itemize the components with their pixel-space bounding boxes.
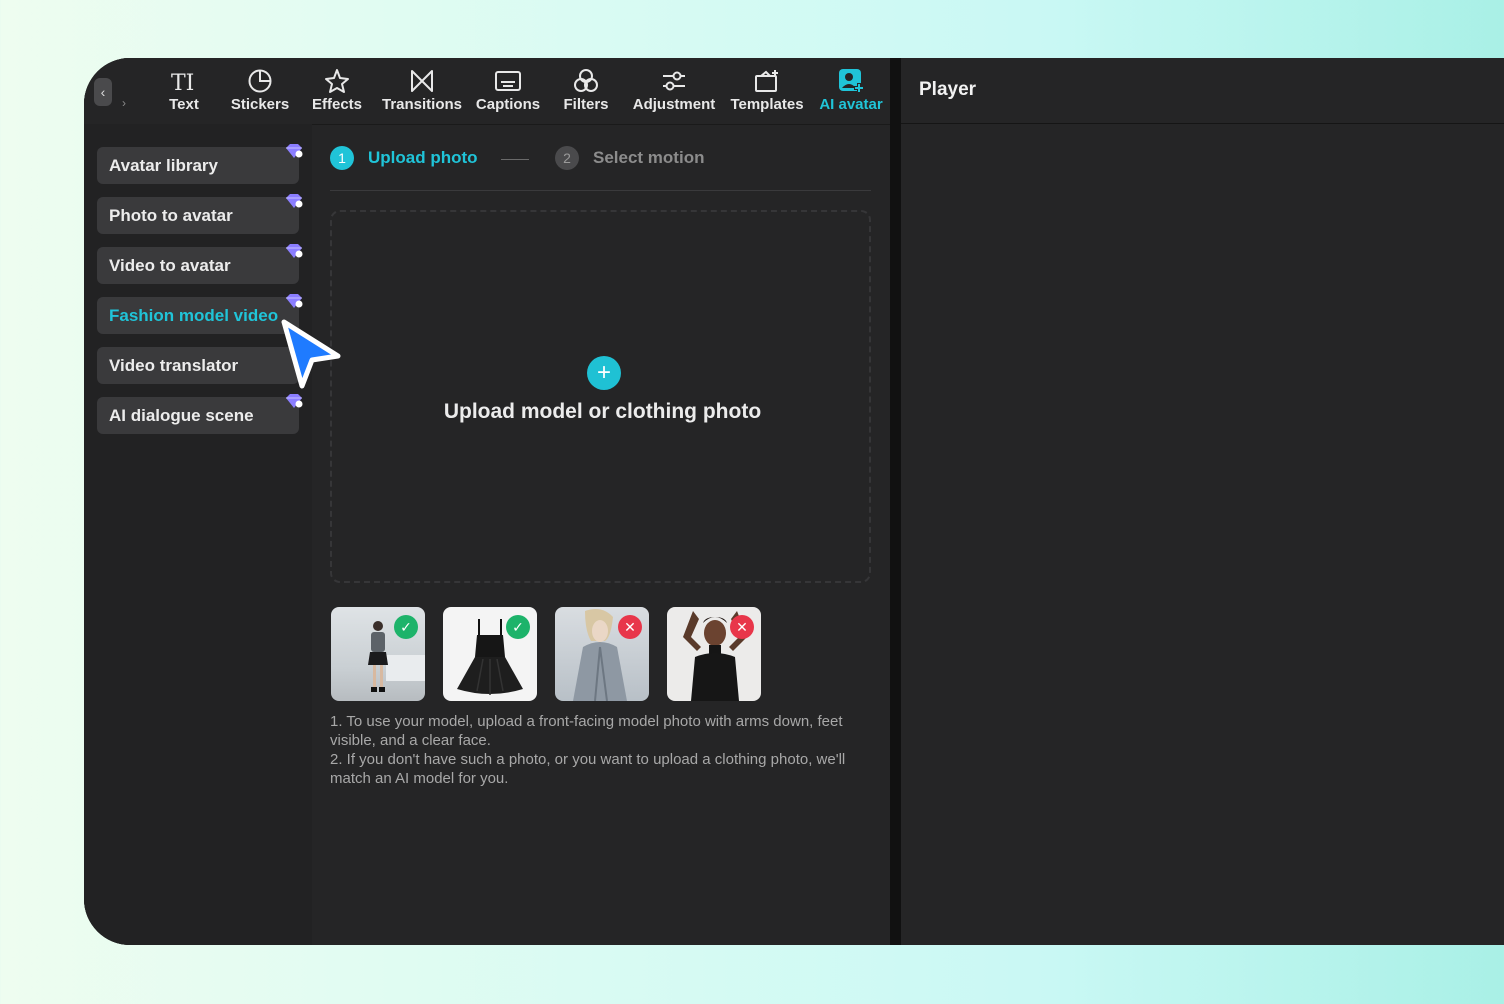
plus-icon[interactable]: +: [587, 356, 621, 390]
step-number: 1: [330, 146, 354, 170]
step-number: 2: [555, 146, 579, 170]
step-upload-photo[interactable]: Upload photo: [368, 148, 478, 168]
tool-adjustment[interactable]: Adjustment: [629, 66, 719, 113]
ai-avatar-icon: [837, 66, 865, 96]
chevron-right-icon[interactable]: ›: [122, 96, 126, 110]
tool-label: Text: [169, 96, 199, 113]
sidebar-item-label: Avatar library: [109, 155, 218, 175]
collapse-panel-button[interactable]: ‹: [94, 78, 112, 106]
panel-divider[interactable]: [890, 58, 901, 945]
valid-check-icon: ✓: [394, 615, 418, 639]
transition-bowtie-icon: [409, 66, 435, 96]
sidebar-item-video-translator[interactable]: Video translator: [97, 347, 299, 384]
example-thumb-valid-dress: ✓: [443, 607, 537, 701]
fashion-model-panel: 1 Upload photo 2 Select motion + Upload …: [312, 124, 890, 945]
toolbar: ‹ › TI Text Stickers Effects Transitions…: [84, 58, 890, 125]
step-select-motion[interactable]: Select motion: [593, 148, 704, 168]
app-window: ‹ › TI Text Stickers Effects Transitions…: [84, 58, 1504, 945]
tool-label: Adjustment: [632, 96, 716, 113]
instructions: 1. To use your model, upload a front-fac…: [330, 712, 875, 788]
text-icon: TI: [170, 66, 198, 96]
tool-captions[interactable]: Captions: [463, 66, 553, 113]
tool-label: Templates: [730, 96, 804, 113]
sidebar-item-label: Photo to avatar: [109, 205, 233, 225]
sticker-icon: [247, 66, 273, 96]
invalid-x-icon: ✕: [618, 615, 642, 639]
sidebar-item-label: AI dialogue scene: [109, 405, 254, 425]
filters-icon: [572, 66, 600, 96]
tool-label: Transitions: [381, 96, 463, 113]
step-connector: [501, 159, 529, 160]
player-header: Player: [901, 58, 1504, 124]
sidebar-item-fashion-model-video[interactable]: Fashion model video: [97, 294, 303, 334]
premium-gem-icon: [286, 194, 303, 208]
mouse-pointer-icon: [281, 319, 341, 389]
templates-icon: [753, 66, 781, 96]
stepper: 1 Upload photo 2 Select motion: [330, 144, 871, 191]
tool-label: Captions: [475, 96, 541, 113]
premium-gem-icon: [286, 244, 303, 258]
sidebar-item-avatar-library[interactable]: Avatar library: [97, 144, 303, 184]
effects-star-icon: [324, 66, 350, 96]
player-panel: Player: [901, 58, 1504, 945]
tool-templates[interactable]: Templates: [722, 66, 812, 113]
valid-check-icon: ✓: [506, 615, 530, 639]
player-title: Player: [919, 79, 977, 100]
tool-transitions[interactable]: Transitions: [377, 66, 467, 113]
tool-label: AI avatar: [819, 96, 883, 113]
tool-label: Filters: [563, 96, 609, 113]
sidebar-item-label: Fashion model video: [109, 305, 279, 325]
sidebar: Avatar library Photo to avatar Video to …: [84, 124, 312, 945]
tool-label: Stickers: [230, 96, 290, 113]
upload-dropzone[interactable]: + Upload model or clothing photo: [330, 210, 871, 583]
premium-gem-icon: [286, 144, 303, 158]
tool-ai-avatar[interactable]: AI avatar: [806, 66, 896, 113]
premium-gem-icon: [286, 394, 303, 408]
example-thumb-valid-model: ✓: [331, 607, 425, 701]
chevron-left-icon: ‹: [100, 84, 106, 100]
instruction-1: 1. To use your model, upload a front-fac…: [330, 713, 843, 749]
tool-filters[interactable]: Filters: [541, 66, 631, 113]
example-thumb-invalid-coat: ✕: [555, 607, 649, 701]
upload-label: Upload model or clothing photo: [443, 400, 762, 423]
sidebar-item-label: Video translator: [109, 355, 239, 375]
left-panel: ‹ › TI Text Stickers Effects Transitions…: [84, 58, 890, 945]
example-thumb-invalid-arms-raised: ✕: [667, 607, 761, 701]
instruction-2: 2. If you don't have such a photo, or yo…: [330, 751, 846, 787]
tool-label: Effects: [311, 96, 363, 113]
premium-gem-icon: [286, 294, 303, 308]
sidebar-item-ai-dialogue-scene[interactable]: AI dialogue scene: [97, 394, 303, 434]
sliders-icon: [660, 66, 688, 96]
sidebar-item-photo-to-avatar[interactable]: Photo to avatar: [97, 194, 303, 234]
sidebar-item-video-to-avatar[interactable]: Video to avatar: [97, 244, 303, 284]
sidebar-item-label: Video to avatar: [109, 255, 231, 275]
captions-icon: [494, 66, 522, 96]
tool-effects[interactable]: Effects: [292, 66, 382, 113]
svg-text:TI: TI: [171, 71, 194, 93]
invalid-x-icon: ✕: [730, 615, 754, 639]
